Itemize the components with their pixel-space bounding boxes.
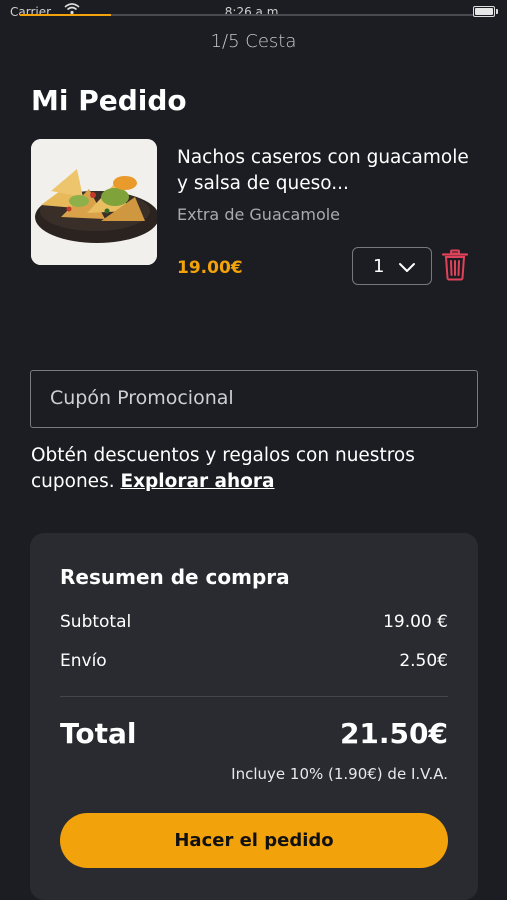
- trash-icon: [441, 249, 469, 285]
- status-bar: Carrier 8:26 a.m.: [0, 0, 507, 24]
- subtotal-value: 19.00 €: [383, 612, 448, 632]
- product-name[interactable]: Nachos caseros con guacamole y salsa de …: [177, 145, 477, 197]
- delete-item-button[interactable]: [441, 249, 469, 281]
- checkout-progress-fill: [20, 14, 111, 16]
- order-summary: Resumen de compra Subtotal 19.00 € Envío…: [30, 533, 478, 900]
- step-title: 1/5 Cesta: [210, 31, 297, 52]
- tax-note: Incluye 10% (1.90€) de I.V.A.: [231, 765, 448, 783]
- total-label: Total: [60, 717, 137, 750]
- coupon-input[interactable]: Cupón Promocional: [30, 370, 478, 428]
- product-image: [31, 139, 157, 265]
- place-order-button[interactable]: Hacer el pedido: [60, 813, 448, 868]
- page-title: Mi Pedido: [31, 84, 187, 117]
- summary-title: Resumen de compra: [60, 565, 290, 589]
- product-price: 19.00€: [177, 258, 243, 278]
- explore-coupons-link[interactable]: Explorar ahora: [120, 471, 274, 492]
- coupon-help-text: Obtén descuentos y regalos con nuestros …: [31, 443, 471, 495]
- quantity-select[interactable]: 1: [352, 247, 432, 285]
- shipping-value: 2.50€: [399, 651, 448, 671]
- battery-icon: [473, 6, 498, 17]
- product-extra: Extra de Guacamole: [177, 205, 341, 224]
- subtotal-label: Subtotal: [60, 612, 132, 632]
- shipping-label: Envío: [60, 651, 107, 671]
- chevron-down-icon: [398, 259, 416, 278]
- checkout-progress-bar: [20, 14, 473, 16]
- cart-item: Nachos caseros con guacamole y salsa de …: [31, 139, 477, 289]
- summary-divider: [60, 696, 448, 697]
- status-time: 8:26 a.m.: [224, 5, 283, 19]
- quantity-value: 1: [373, 256, 385, 277]
- total-value: 21.50€: [339, 717, 448, 750]
